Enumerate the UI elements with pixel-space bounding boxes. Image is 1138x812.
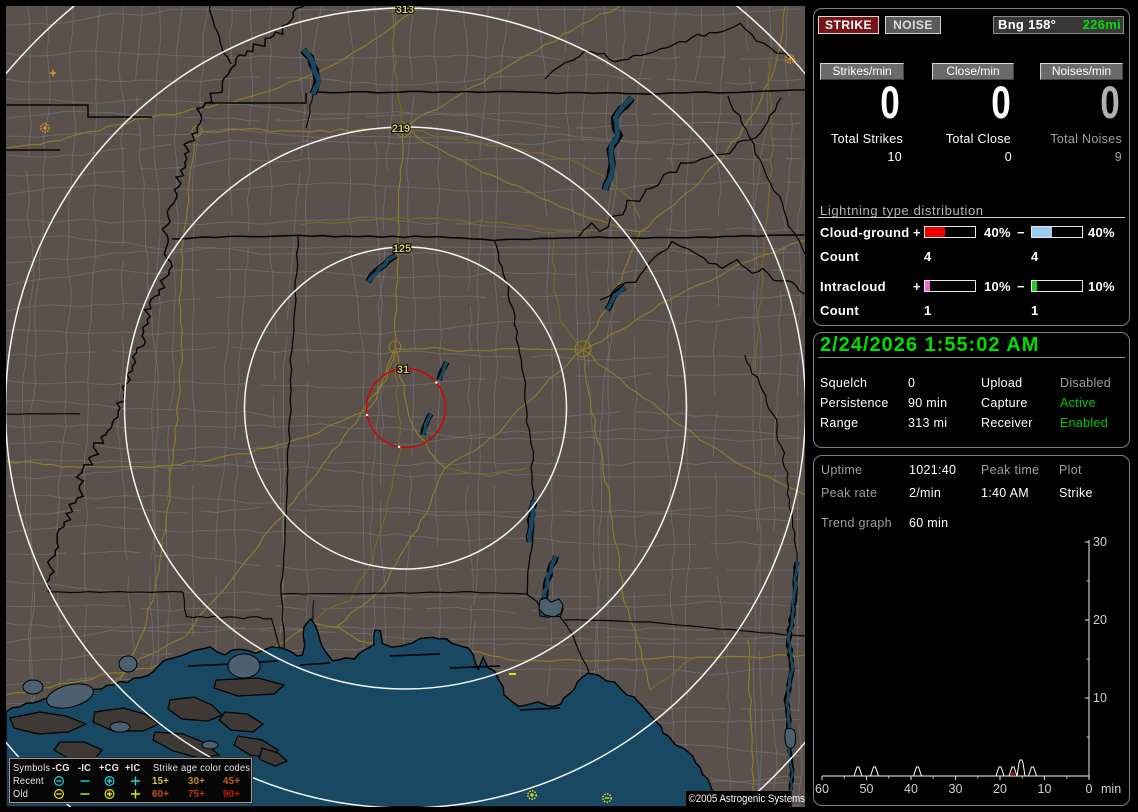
svg-text:60: 60 bbox=[815, 782, 829, 796]
svg-text:30: 30 bbox=[1093, 535, 1107, 549]
svg-text:30: 30 bbox=[949, 782, 963, 796]
svg-text:40: 40 bbox=[904, 782, 918, 796]
svg-text:20: 20 bbox=[1093, 613, 1107, 627]
svg-text:50: 50 bbox=[860, 782, 874, 796]
svg-text:20: 20 bbox=[993, 782, 1007, 796]
svg-text:0: 0 bbox=[1086, 782, 1093, 796]
svg-text:min: min bbox=[1101, 782, 1121, 796]
svg-text:10: 10 bbox=[1038, 782, 1052, 796]
svg-text:10: 10 bbox=[1093, 691, 1107, 705]
